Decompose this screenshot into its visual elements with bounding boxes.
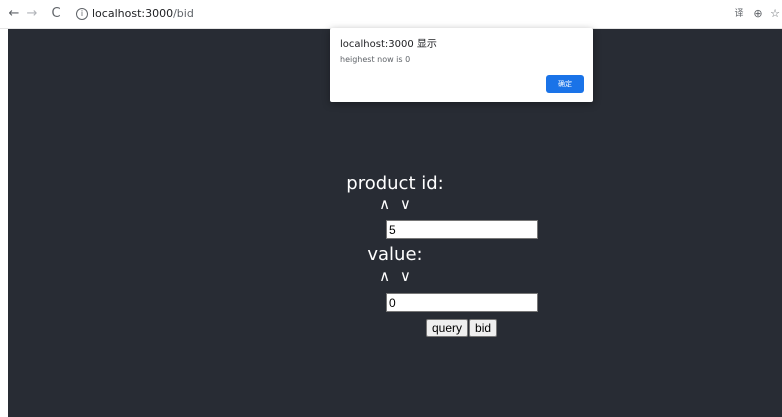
value-arrows: ∧ ∨ [8, 267, 782, 285]
query-button[interactable]: query [426, 319, 469, 337]
product-id-down-arrow[interactable]: ∨ [397, 195, 413, 213]
product-id-up-arrow[interactable]: ∧ [377, 195, 393, 213]
alert-dialog: localhost:3000 显示 heighest now is 0 确定 [330, 28, 593, 102]
value-down-arrow[interactable]: ∨ [397, 267, 413, 285]
zoom-icon[interactable]: ⊕ [751, 7, 765, 21]
bookmark-star-icon[interactable]: ☆ [768, 7, 782, 21]
translate-icon[interactable]: 译 [732, 7, 746, 21]
forward-icon[interactable]: → [24, 6, 40, 22]
url-path: /bid [173, 7, 194, 20]
bid-button[interactable]: bid [469, 319, 498, 337]
product-id-input[interactable] [386, 220, 538, 239]
url-text[interactable]: localhost:3000/bid [92, 7, 194, 21]
info-icon[interactable]: i [76, 8, 88, 20]
value-label: value: [367, 244, 423, 265]
product-id-arrows: ∧ ∨ [8, 195, 782, 213]
reload-icon[interactable]: C [48, 6, 64, 22]
dialog-message: heighest now is 0 [340, 55, 411, 64]
product-id-label: product id: [346, 173, 444, 194]
value-input[interactable] [386, 293, 538, 312]
dialog-ok-button[interactable]: 确定 [546, 75, 584, 93]
action-buttons: query bid [426, 319, 498, 337]
value-up-arrow[interactable]: ∧ [377, 267, 393, 285]
browser-toolbar: ← → C i localhost:3000/bid 译 ⊕ ☆ [0, 0, 782, 29]
back-icon[interactable]: ← [6, 6, 22, 22]
address-bar[interactable]: i localhost:3000/bid [68, 4, 718, 24]
dialog-title: localhost:3000 显示 [340, 39, 437, 50]
page-left-edge [0, 29, 8, 417]
url-host: localhost:3000 [92, 7, 174, 20]
